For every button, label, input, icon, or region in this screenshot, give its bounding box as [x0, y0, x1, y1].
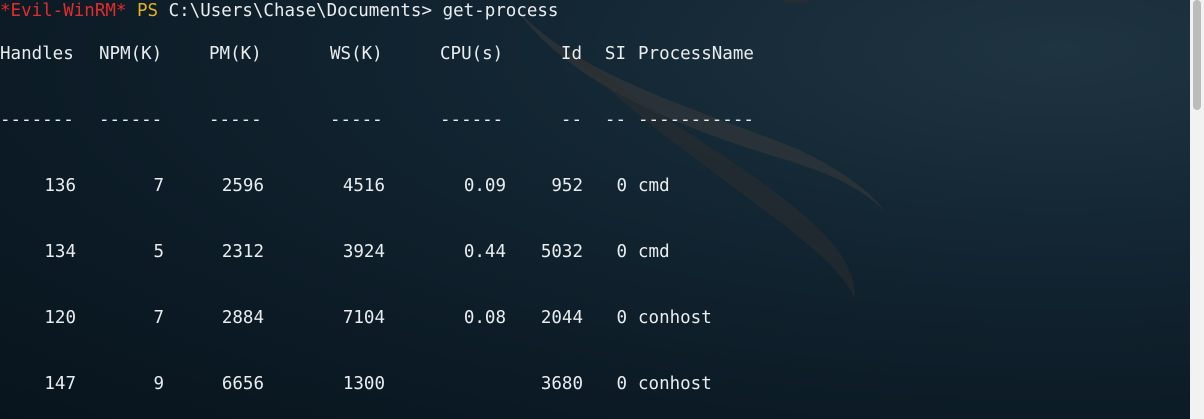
- header-processname: ProcessName: [638, 44, 754, 64]
- row-2-npm: 5: [153, 242, 164, 262]
- row-4-processname: conhost: [638, 374, 712, 394]
- header-ws: WS(K): [330, 44, 383, 64]
- row-4-cpu: [430, 373, 506, 395]
- separator-ws: -----: [330, 110, 383, 130]
- row-1-pm: 2596: [221, 176, 264, 196]
- row-3-processname: conhost: [638, 308, 712, 328]
- row-4-ws: 1300: [342, 374, 385, 394]
- header-handles: Handles: [0, 44, 74, 64]
- vertical-scrollbar[interactable]: [1190, 0, 1204, 419]
- row-1-cpu: 0.09: [463, 176, 506, 196]
- row-3-id: 2044: [540, 308, 583, 328]
- separator-processname: -----------: [638, 110, 754, 130]
- row-4-npm: 9: [153, 374, 164, 394]
- separator-npm: ------: [99, 110, 163, 130]
- terminal-window[interactable]: *Evil-WinRM* PS C:\Users\Chase\Documents…: [0, 0, 1190, 419]
- separator-id: --: [560, 110, 582, 130]
- row-2-ws: 3924: [342, 242, 385, 262]
- row-1-handles: 136: [44, 176, 76, 196]
- row-2-cpu: 0.44: [463, 242, 506, 262]
- row-4-handles: 147: [44, 374, 76, 394]
- row-2-si: 0: [616, 242, 627, 262]
- row-1-id: 952: [551, 176, 583, 196]
- row-2-processname: cmd: [638, 242, 670, 262]
- row-3-npm: 7: [153, 308, 164, 328]
- row-4-id: 3680: [540, 374, 583, 394]
- row-4-si: 0: [616, 374, 627, 394]
- row-3-ws: 7104: [342, 308, 385, 328]
- row-1-processname: cmd: [638, 176, 670, 196]
- prompt-line: *Evil-WinRM* PS C:\Users\Chase\Documents…: [0, 0, 558, 22]
- separator-cpu: ------: [440, 110, 504, 130]
- command-text: get-process: [442, 1, 559, 21]
- prompt-path: C:\Users\Chase\Documents>: [168, 1, 433, 21]
- row-2-handles: 134: [44, 242, 76, 262]
- header-cpu: CPU(s): [440, 44, 504, 64]
- row-2-pm: 2312: [221, 242, 264, 262]
- prompt-shell: PS: [136, 1, 159, 21]
- row-1-si: 0: [616, 176, 627, 196]
- row-3-cpu: 0.08: [463, 308, 506, 328]
- separator-si: --: [604, 110, 626, 130]
- row-3-pm: 2884: [221, 308, 264, 328]
- scrollbar-thumb[interactable]: [1193, 0, 1201, 110]
- row-4-pm: 6656: [221, 374, 264, 394]
- header-pm: PM(K): [209, 44, 262, 64]
- header-si: SI: [604, 44, 626, 64]
- separator-handles: -------: [0, 110, 74, 130]
- header-npm: NPM(K): [99, 44, 163, 64]
- row-1-npm: 7: [153, 176, 164, 196]
- header-id: Id: [560, 44, 582, 64]
- separator-pm: -----: [209, 110, 262, 130]
- row-3-handles: 120: [44, 308, 76, 328]
- prompt-tag: *Evil-WinRM*: [0, 1, 127, 21]
- row-2-id: 5032: [540, 242, 583, 262]
- row-3-si: 0: [616, 308, 627, 328]
- row-1-ws: 4516: [342, 176, 385, 196]
